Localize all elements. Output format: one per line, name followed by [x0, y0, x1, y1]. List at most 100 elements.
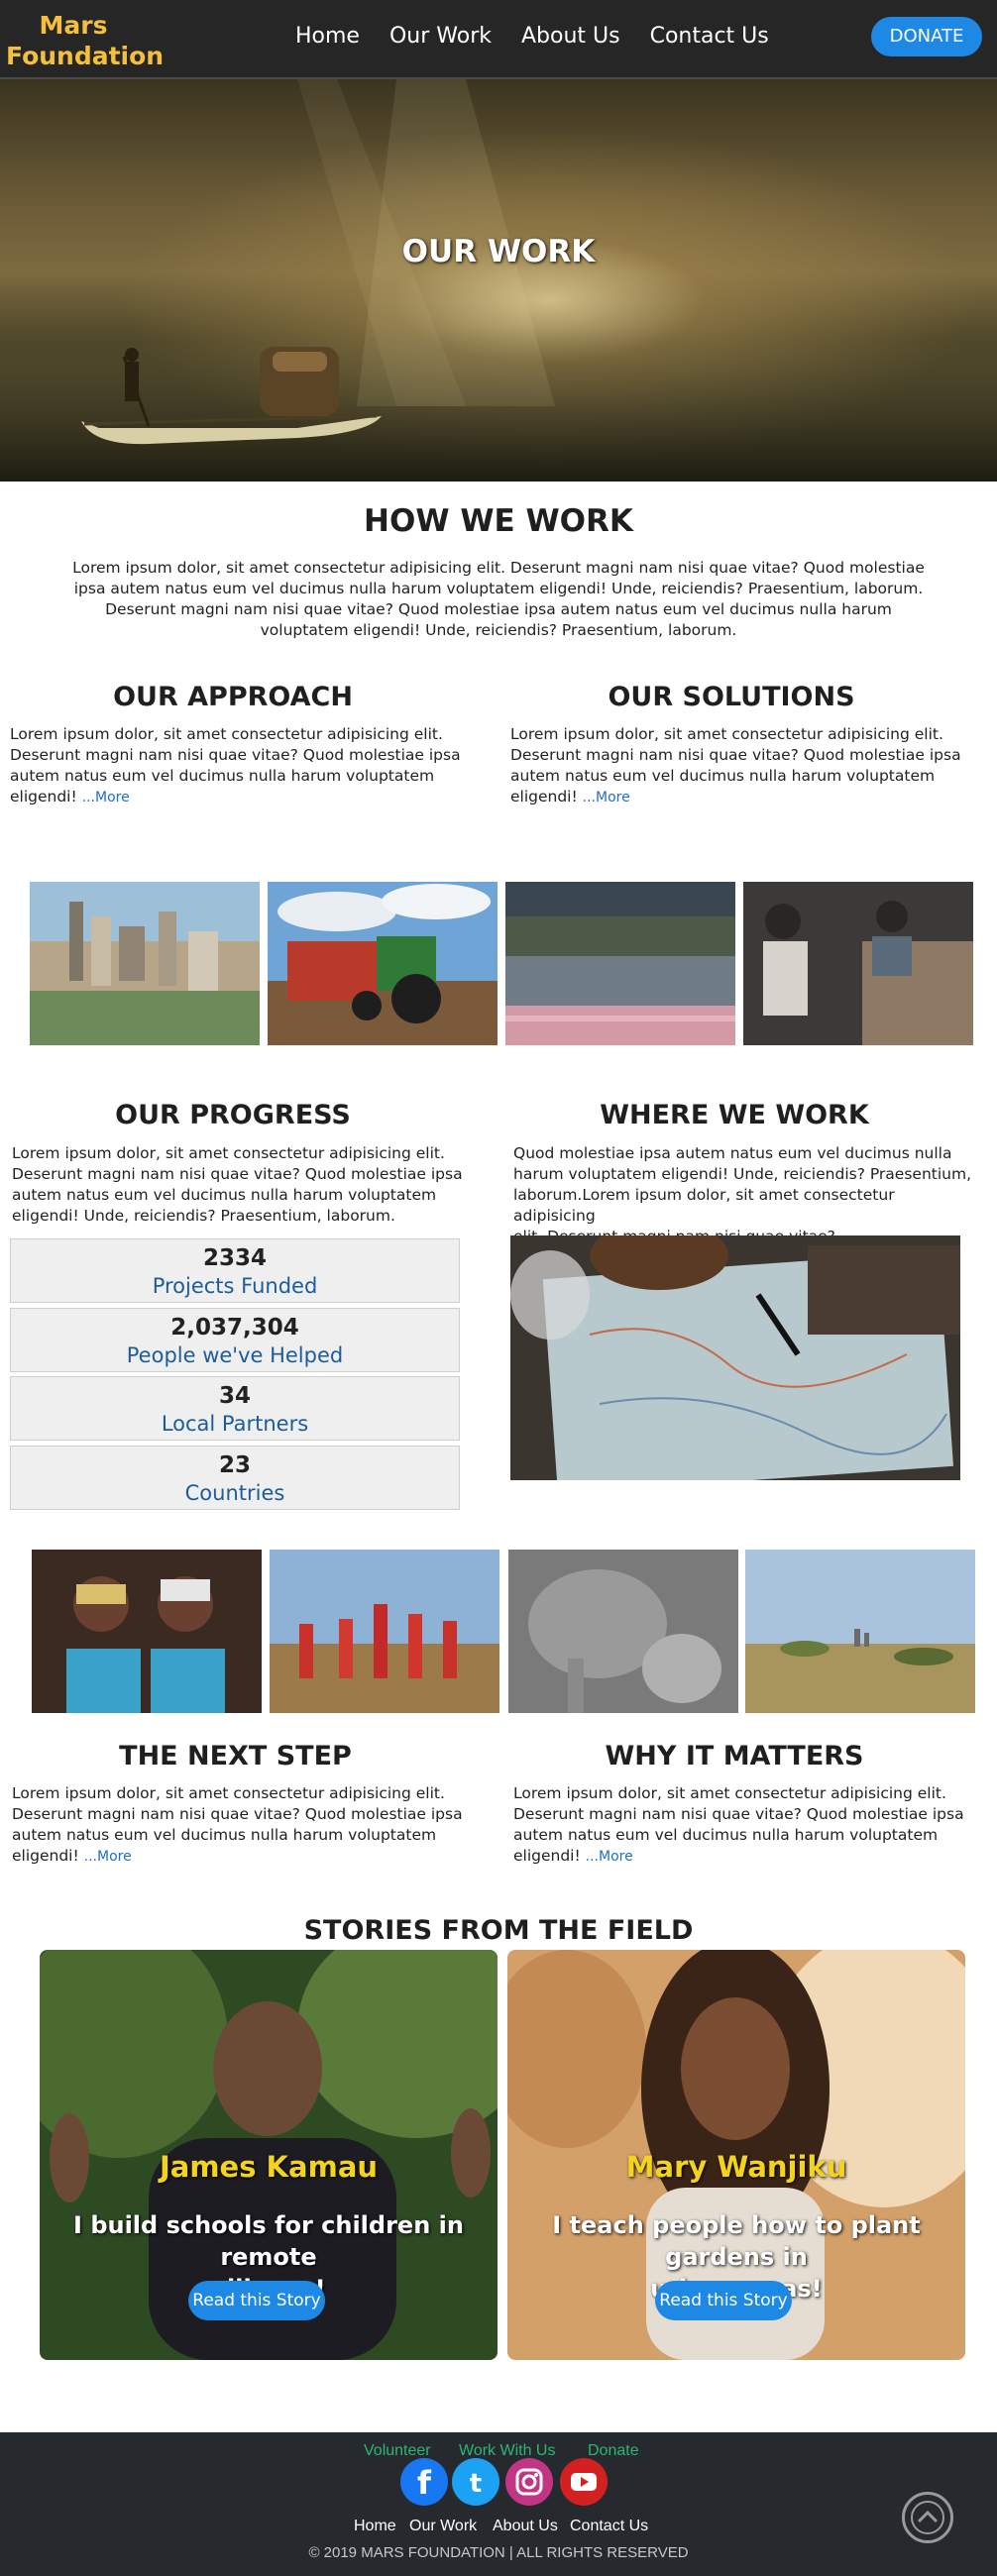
story-name: Mary Wanjiku [625, 2150, 847, 2184]
text-line: harum voluptatem eligendi! Unde, reicien… [513, 1165, 972, 1183]
text-line: Deserunt magni nam nisi quae vitae? Quod… [10, 746, 461, 764]
nav-our-work[interactable]: Our Work [389, 24, 492, 49]
text-line: laborum.Lorem ipsum dolor, sit amet cons… [513, 1186, 895, 1225]
svg-text:f: f [417, 2464, 432, 2502]
our-solutions-text: Lorem ipsum dolor, sit amet consectetur … [510, 724, 976, 808]
instagram-icon[interactable] [505, 2458, 553, 2506]
quote-line: I build schools for children in remote [73, 2211, 464, 2271]
brand-line-1: Mars [39, 11, 108, 40]
back-to-top-button[interactable] [902, 2492, 953, 2543]
copyright: © 2019 MARS FOUNDATION | ALL RIGHTS RESE… [308, 2544, 689, 2561]
why-it-matters-text: Lorem ipsum dolor, sit amet consectetur … [513, 1783, 979, 1868]
text-line: eligendi! [510, 788, 578, 805]
text-line: eligendi! [513, 1847, 581, 1865]
stat-projects-funded: 2334 Projects Funded [10, 1238, 460, 1303]
text-line: Quod molestiae ipsa autem natus eum vel … [513, 1144, 952, 1162]
solutions-more-link[interactable]: ...More [583, 790, 630, 805]
approach-more-link[interactable]: ...More [82, 790, 130, 805]
text-line: voluptatem eligendi! Unde, reiciendis? P… [260, 621, 737, 639]
next-step-title: THE NEXT STEP [119, 1741, 352, 1771]
where-we-work-text: Quod molestiae ipsa autem natus eum vel … [513, 1143, 979, 1247]
stat-countries: 23 Countries [10, 1446, 460, 1510]
why-more-link[interactable]: ...More [586, 1849, 633, 1865]
text-line: eligendi! [12, 1847, 79, 1865]
read-story-button[interactable]: Read this Story [655, 2281, 792, 2320]
tractor-photo [268, 882, 498, 1045]
stories-title: STORIES FROM THE FIELD [303, 1915, 694, 1946]
svg-text:t: t [470, 2469, 482, 2499]
our-solutions-title: OUR SOLUTIONS [608, 682, 855, 712]
donate-button[interactable]: DONATE [871, 17, 982, 56]
text-line: Deserunt magni nam nisi quae vitae? Quod… [105, 600, 892, 618]
text-line: Deserunt magni nam nisi quae vitae? Quod… [12, 1165, 463, 1183]
text-line: Lorem ipsum dolor, sit amet consectetur … [12, 1784, 445, 1802]
chevron-up-icon [911, 2501, 944, 2534]
women-photo [32, 1550, 262, 1713]
maasai-dancers-photo [270, 1550, 499, 1713]
where-we-work-title: WHERE WE WORK [600, 1100, 869, 1130]
text-line: Lorem ipsum dolor, sit amet consectetur … [72, 559, 925, 577]
text-line: autem natus eum vel ducimus nulla harum … [510, 767, 936, 785]
meeting-photo [743, 882, 973, 1045]
text-line: Deserunt magni nam nisi quae vitae? Quod… [513, 1805, 964, 1823]
our-progress-title: OUR PROGRESS [115, 1100, 351, 1130]
main-nav: Home Our Work About Us Contact Us [295, 24, 799, 49]
city-photo [30, 882, 260, 1045]
footer-nav-contact-us[interactable]: Contact Us [570, 2518, 648, 2535]
navbar: Mars Foundation Home Our Work About Us C… [0, 0, 997, 79]
text-line: Deserunt magni nam nisi quae vitae? Quod… [510, 746, 961, 764]
text-line: eligendi! [10, 788, 77, 805]
savanna-photo [745, 1550, 975, 1713]
text-line: autem natus eum vel ducimus nulla harum … [513, 1826, 939, 1844]
how-we-work-text: Lorem ipsum dolor, sit amet consectetur … [0, 558, 997, 641]
text-line: eligendi! Unde, reiciendis? Praesentium,… [12, 1207, 395, 1225]
brand-line-2: Foundation [6, 42, 165, 70]
our-approach-title: OUR APPROACH [113, 682, 353, 712]
text-line: Deserunt magni nam nisi quae vitae? Quod… [12, 1805, 463, 1823]
story-card-james: James Kamau I build schools for children… [40, 1950, 498, 2360]
stat-people-helped: 2,037,304 People we've Helped [10, 1308, 460, 1372]
stat-label: Local Partners [161, 1412, 309, 1436]
map-photo [510, 1235, 960, 1480]
stat-local-partners: 34 Local Partners [10, 1376, 460, 1441]
footer-nav-home[interactable]: Home [354, 2518, 396, 2535]
nav-about-us[interactable]: About Us [521, 24, 620, 49]
quote-line: I teach people how to plant gardens in [552, 2211, 921, 2271]
text-line: Lorem ipsum dolor, sit amet consectetur … [12, 1144, 445, 1162]
story-card-mary: Mary Wanjiku I teach people how to plant… [507, 1950, 965, 2360]
nav-home[interactable]: Home [295, 24, 360, 49]
text-line: autem natus eum vel ducimus nulla harum … [12, 1826, 437, 1844]
stat-value: 2,037,304 [170, 1315, 299, 1341]
facebook-icon[interactable]: f [400, 2458, 448, 2506]
stat-value: 2334 [202, 1245, 267, 1271]
how-we-work-title: HOW WE WORK [364, 503, 633, 539]
youtube-icon[interactable] [560, 2458, 608, 2506]
footer-nav-about-us[interactable]: About Us [493, 2518, 558, 2535]
twitter-icon[interactable]: t [452, 2458, 499, 2506]
story-name: James Kamau [159, 2150, 379, 2184]
text-line: Lorem ipsum dolor, sit amet consectetur … [510, 725, 943, 743]
next-step-text: Lorem ipsum dolor, sit amet consectetur … [12, 1783, 478, 1868]
footer: Volunteer Work With Us Donate f t Home O… [0, 2432, 997, 2576]
stat-label: Countries [184, 1481, 285, 1505]
next-step-more-link[interactable]: ...More [84, 1849, 132, 1865]
text-line: autem natus eum vel ducimus nulla harum … [12, 1186, 437, 1204]
text-line: autem natus eum vel ducimus nulla harum … [10, 767, 435, 785]
stat-value: 34 [218, 1383, 251, 1409]
nav-contact-us[interactable]: Contact Us [650, 24, 769, 49]
stat-value: 23 [218, 1452, 251, 1478]
flamingo-lake-photo [505, 882, 735, 1045]
text-line: ipsa autem natus eum vel ducimus nulla h… [73, 580, 924, 597]
stat-label: Projects Funded [152, 1274, 318, 1298]
read-story-button[interactable]: Read this Story [188, 2281, 325, 2320]
hero-banner: OUR WORK [0, 79, 997, 482]
our-approach-text: Lorem ipsum dolor, sit amet consectetur … [10, 724, 476, 808]
text-line: Lorem ipsum dolor, sit amet consectetur … [10, 725, 443, 743]
elephants-photo [508, 1550, 738, 1713]
hero-image [0, 79, 997, 482]
text-line: Lorem ipsum dolor, sit amet consectetur … [513, 1784, 946, 1802]
footer-nav-our-work[interactable]: Our Work [409, 2518, 477, 2535]
brand-logo[interactable]: Mars Foundation [6, 10, 165, 71]
stat-label: People we've Helped [126, 1343, 344, 1367]
why-it-matters-title: WHY IT MATTERS [605, 1741, 864, 1771]
